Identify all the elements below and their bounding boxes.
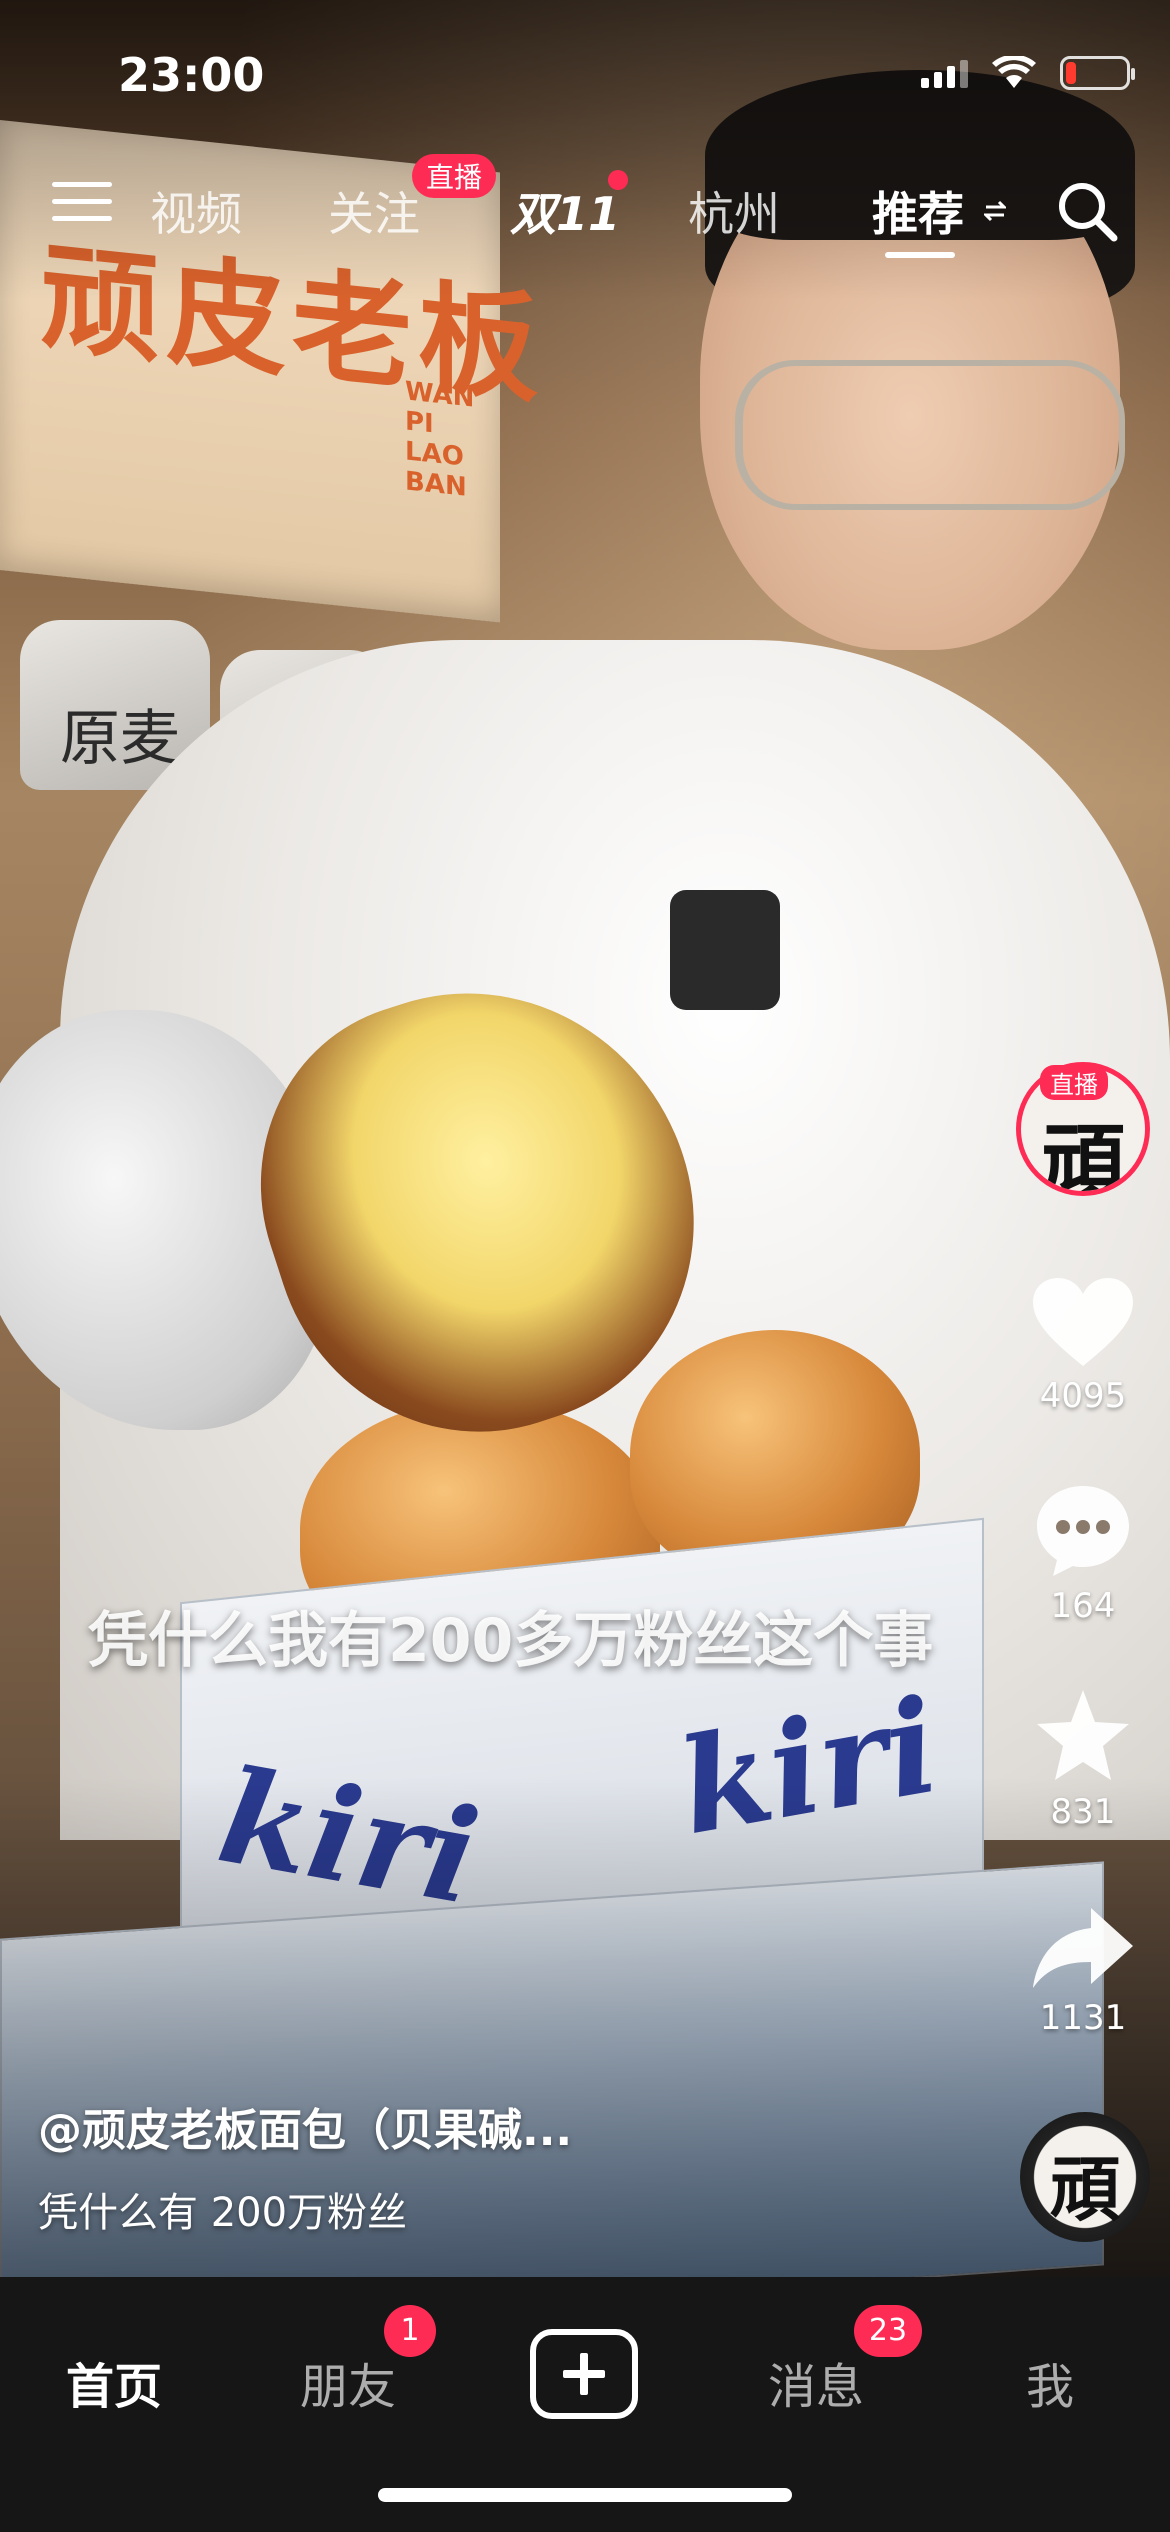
friends-badge: 1 (384, 2305, 436, 2357)
comment-icon (1037, 1486, 1129, 1576)
following-live-badge: 直播 (412, 154, 497, 198)
wifi-icon (992, 56, 1036, 88)
share-arrow-icon (1033, 1908, 1133, 1988)
lapel-mic (670, 890, 780, 1010)
favorite-button[interactable]: 831 (1003, 1688, 1163, 1832)
top-shade (0, 0, 1170, 300)
favorite-count: 831 (1050, 1792, 1116, 1832)
tab-double11[interactable]: 双11 (510, 178, 620, 244)
tab-me[interactable]: 我 (1026, 2347, 1074, 2417)
top-nav: 视频 关注 直播 双11 杭州 推荐 (0, 154, 1170, 258)
tab-following[interactable]: 关注 (328, 178, 420, 244)
home-indicator (378, 2488, 792, 2502)
glasses (735, 360, 1125, 510)
tab-recommended[interactable]: 推荐 (872, 178, 964, 244)
battery-level (1066, 62, 1076, 84)
video-player[interactable]: 顽皮老板 WAN PI LAO BAN 原麦 kiri kiri (0, 0, 1170, 2277)
avatar-glyph: 頑 (1040, 1114, 1125, 1196)
tab-home[interactable]: 首页 (66, 2347, 162, 2417)
tab-options-icon[interactable] (984, 198, 1006, 224)
messages-badge: 23 (854, 2305, 922, 2357)
status-indicators (921, 56, 1135, 90)
video-caption: 凭什么我有200多万粉丝这个事 (88, 1606, 934, 1676)
heart-icon (1033, 1278, 1133, 1366)
tab-messages[interactable]: 消息 (768, 2347, 864, 2417)
flour-sack-text: 原麦 (60, 704, 180, 774)
tab-friends[interactable]: 朋友 (300, 2347, 396, 2417)
share-button[interactable]: 1131 (1003, 1906, 1163, 2038)
tab-hangzhou[interactable]: 杭州 (688, 178, 780, 244)
tab-video[interactable]: 视频 (150, 178, 242, 244)
active-tab-underline (885, 252, 955, 258)
double11-dot (608, 170, 628, 190)
status-time: 23:00 (118, 48, 265, 102)
cellular-signal-icon (921, 58, 968, 88)
star-icon (1037, 1690, 1129, 1780)
music-disc[interactable]: 頑 (1020, 2112, 1150, 2242)
search-icon[interactable] (1054, 178, 1120, 244)
battery-icon (1060, 56, 1135, 90)
create-button[interactable] (530, 2329, 638, 2419)
menu-icon[interactable] (52, 182, 112, 226)
like-button[interactable]: 4095 (1003, 1276, 1163, 1416)
post-description[interactable]: 凭什么有 200万粉丝 (38, 2180, 407, 2238)
like-count: 4095 (1039, 1376, 1127, 1416)
music-disc-glyph: 頑 (1050, 2148, 1120, 2231)
author-name[interactable]: @顽皮老板面包（贝果碱... (38, 2094, 572, 2158)
shop-sign-subtext: WAN PI LAO BAN (405, 376, 475, 503)
avatar-live-badge: 直播 (1040, 1065, 1108, 1100)
share-count: 1131 (1039, 1998, 1127, 2038)
